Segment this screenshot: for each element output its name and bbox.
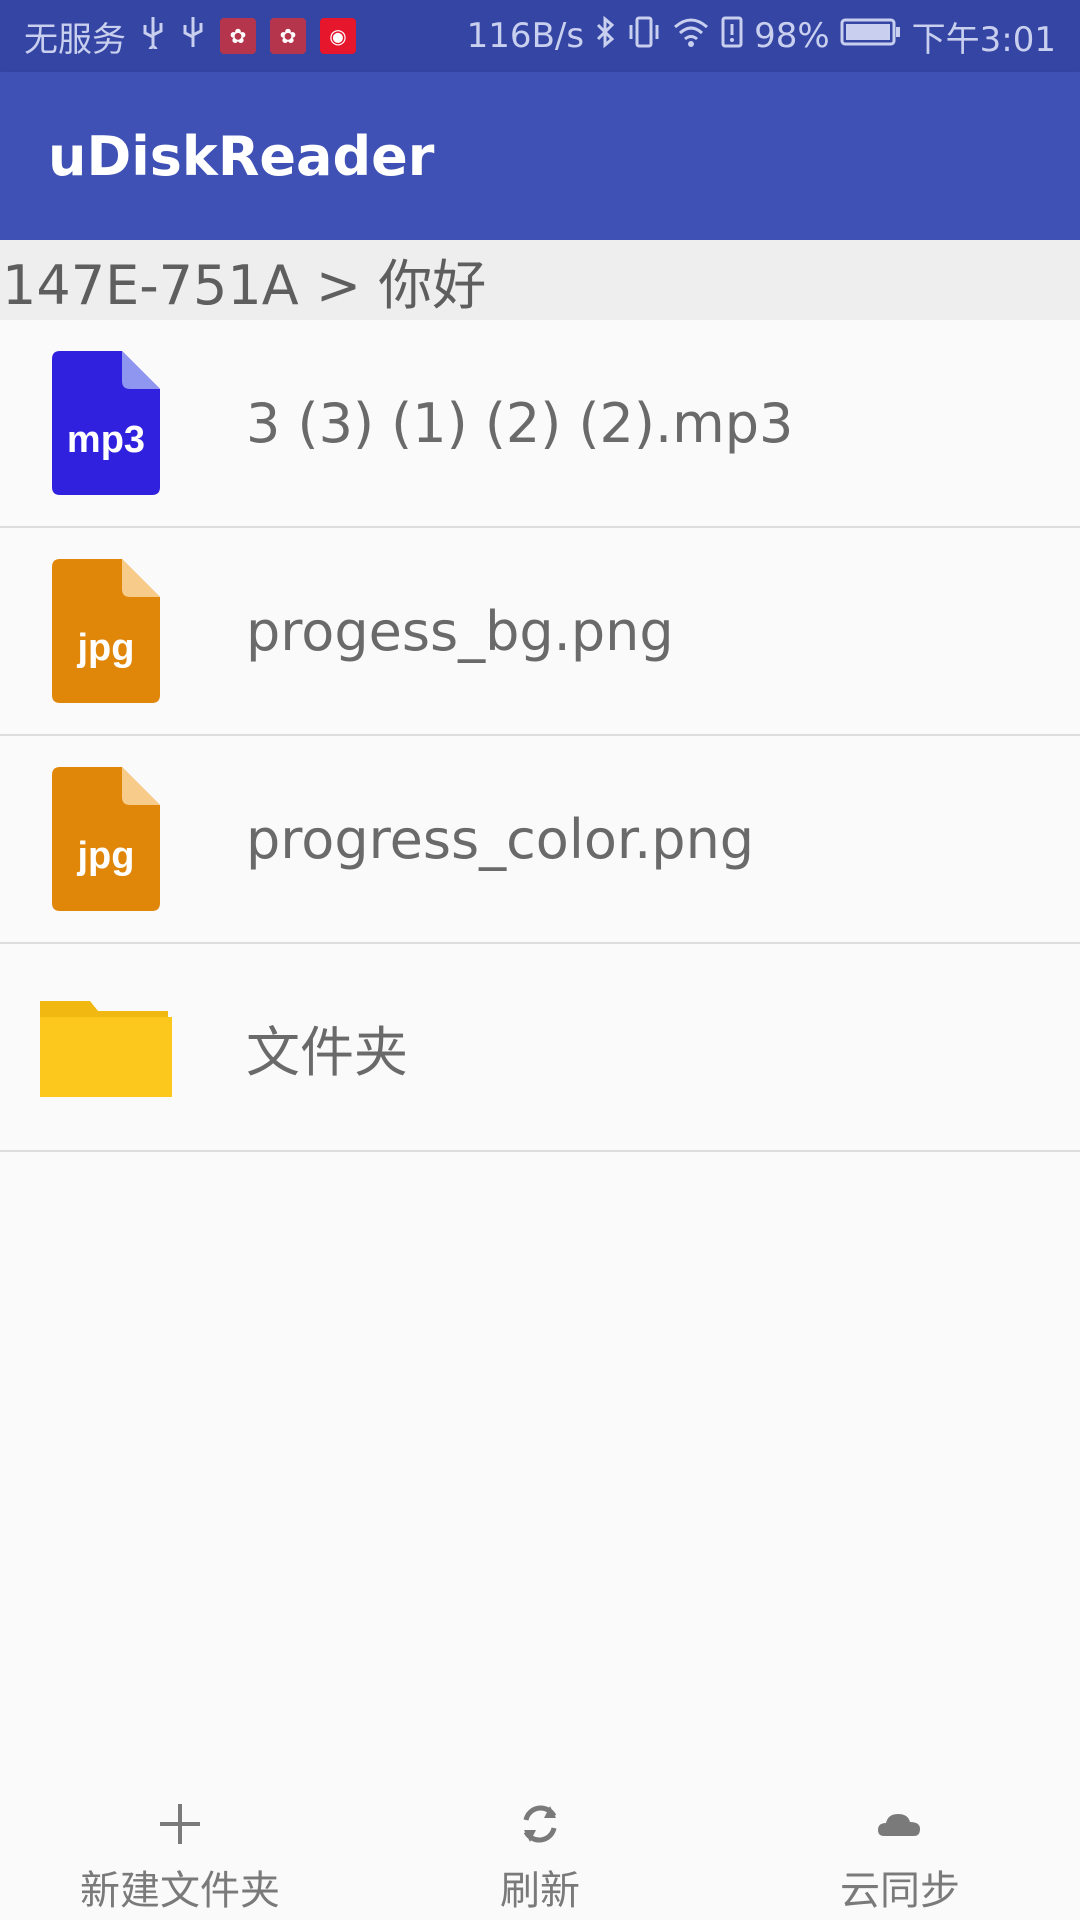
usb-icon	[140, 15, 166, 58]
file-name: progress_color.png	[246, 807, 755, 871]
weibo-icon: ◉	[320, 18, 356, 54]
battery-percent: 98%	[754, 16, 830, 56]
mp3-file-icon: mp3	[36, 350, 176, 496]
sim-alert-icon	[720, 15, 744, 58]
image-file-icon: jpg	[36, 766, 176, 912]
file-name: 3 (3) (1) (2) (2).mp3	[246, 391, 794, 455]
huawei-app-icon: ✿	[270, 18, 306, 54]
refresh-label: 刷新	[500, 1868, 580, 1914]
battery-icon	[840, 16, 902, 56]
cloud-sync-button[interactable]: 云同步	[720, 1790, 1080, 1920]
file-row-mp3[interactable]: mp3 3 (3) (1) (2) (2).mp3	[0, 320, 1080, 528]
status-left: 无服务 ✿ ✿ ◉	[24, 12, 356, 61]
image-file-icon: jpg	[36, 558, 176, 704]
usb-icon	[180, 15, 206, 58]
breadcrumb[interactable]: 147E-751A > 你好	[0, 240, 1080, 320]
new-folder-label: 新建文件夹	[80, 1868, 280, 1914]
clock: 下午3:01	[911, 19, 1056, 60]
vibrate-icon	[626, 15, 662, 58]
plus-icon	[160, 1804, 200, 1844]
refresh-button[interactable]: 刷新	[360, 1790, 720, 1920]
app-title: uDiskReader	[48, 124, 435, 188]
file-type-label: mp3	[66, 419, 146, 461]
cloud-icon	[878, 1814, 920, 1836]
file-row-png[interactable]: jpg progress_color.png	[0, 736, 1080, 944]
network-speed: 116B/s	[466, 16, 585, 56]
file-type-label: jpg	[77, 835, 135, 877]
app-bar: uDiskReader	[0, 72, 1080, 240]
file-list: mp3 3 (3) (1) (2) (2).mp3 jpg progess_bg…	[0, 320, 1080, 1152]
new-folder-button[interactable]: 新建文件夹	[0, 1790, 360, 1920]
huawei-app-icon: ✿	[220, 18, 256, 54]
status-bar: 无服务 ✿ ✿ ◉ 116B/s 98% 下午3:01	[0, 0, 1080, 72]
file-row-png[interactable]: jpg progess_bg.png	[0, 528, 1080, 736]
file-name: progess_bg.png	[246, 599, 674, 663]
refresh-icon	[523, 1805, 557, 1843]
cloud-sync-label: 云同步	[840, 1868, 960, 1914]
file-type-label: jpg	[77, 627, 135, 669]
file-row-folder[interactable]: 文件夹	[0, 944, 1080, 1152]
status-right: 116B/s 98% 下午3:01	[467, 12, 1056, 61]
carrier-text: 无服务	[24, 19, 126, 60]
wifi-icon	[672, 15, 710, 58]
bottom-action-bar: 新建文件夹 刷新 云同步	[0, 1790, 1080, 1920]
breadcrumb-path[interactable]: 147E-751A > 你好	[2, 241, 486, 320]
folder-name: 文件夹	[246, 1020, 408, 1084]
bluetooth-icon	[594, 15, 616, 58]
folder-icon	[36, 974, 176, 1120]
